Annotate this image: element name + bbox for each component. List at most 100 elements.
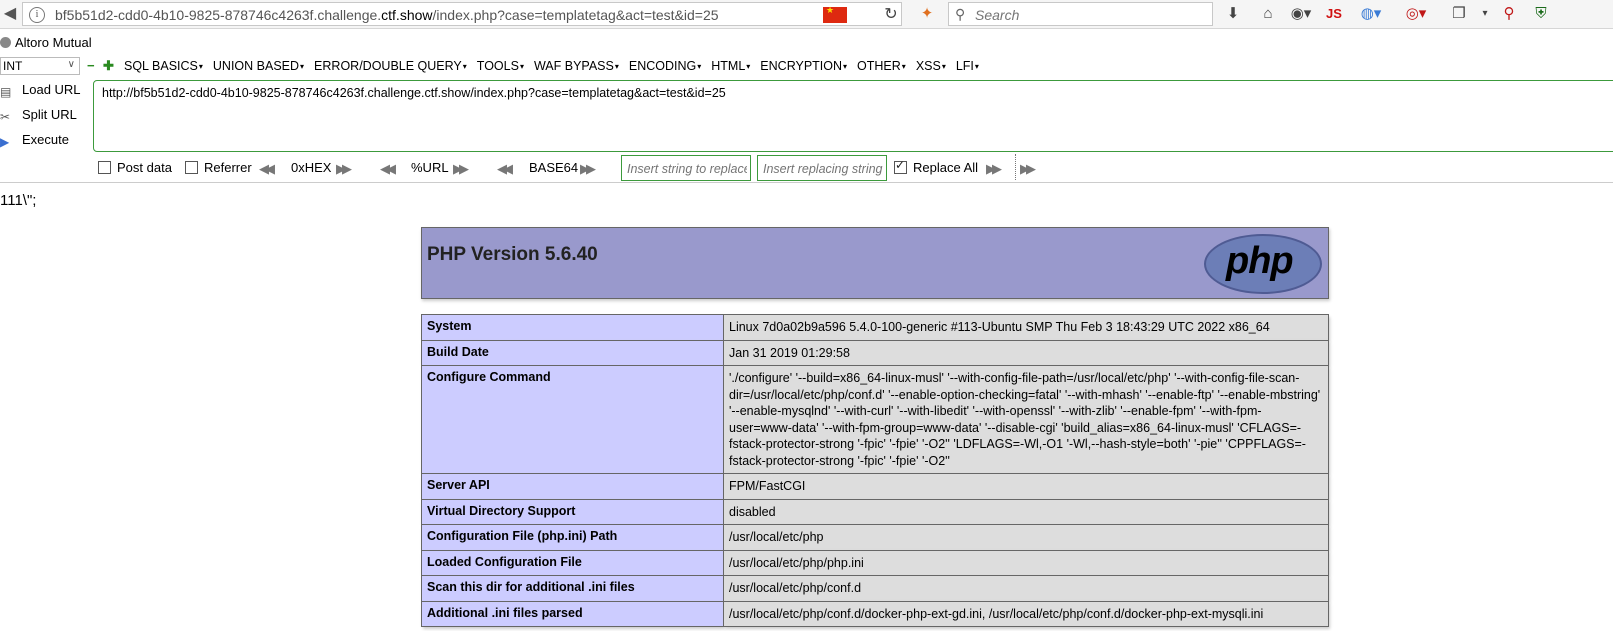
url-suffix: /index.php?case=templatetag&act=test&id=… (432, 7, 719, 23)
base64-decode-arrow-icon[interactable]: ◀◀ (497, 161, 513, 177)
post-data-checkbox[interactable] (98, 161, 111, 174)
replace-reverse-arrow-icon[interactable]: ▶▶ (1020, 161, 1036, 177)
table-row: Build Date Jan 31 2019 01:29:58 (421, 339, 1329, 366)
split-url-label: Split URL (22, 107, 77, 122)
menu-union-based[interactable]: UNION BASED (213, 59, 304, 73)
referrer-option[interactable]: Referrer (185, 160, 252, 175)
plus-icon[interactable]: ✚ (103, 59, 114, 73)
download-icon[interactable]: ⬇ (1222, 4, 1244, 24)
row-key: Server API (421, 473, 724, 500)
phpinfo-header: PHP Version 5.6.40 php (421, 227, 1329, 299)
chevron-down-icon: ∨ (67, 59, 75, 70)
bookmark-label: Altoro Mutual (15, 35, 92, 50)
reload-icon[interactable]: ↻ (879, 5, 903, 25)
replacing-string-box (757, 155, 887, 181)
minus-icon[interactable]: − (87, 59, 95, 73)
load-url-label: Load URL (22, 82, 81, 97)
hex-label: 0xHEX (291, 160, 332, 175)
menu-waf-bypass[interactable]: WAF BYPASS (534, 59, 619, 73)
url-encode-arrow-icon[interactable]: ▶▶ (453, 161, 469, 177)
hackbar-menu-items: SQL BASICS UNION BASED ERROR/DOUBLE QUERY T… (124, 59, 989, 73)
replacing-string-input[interactable] (761, 160, 885, 178)
globe-icon[interactable]: ◉▾ (1290, 4, 1312, 24)
address-url[interactable]: bf5b51d2-cdd0-4b10-9825-878746c4263f.cha… (55, 7, 719, 23)
search-icon: ⚲ (955, 6, 966, 22)
bookmark-altoro[interactable]: Altoro Mutual (0, 35, 92, 50)
table-row: System Linux 7d0a02b9a596 5.4.0-100-gener… (421, 314, 1329, 341)
execute-label: Execute (22, 132, 69, 147)
menu-tools[interactable]: TOOLS (477, 59, 524, 73)
separator (1015, 154, 1016, 180)
chevron-down-icon[interactable]: ▾ (1474, 4, 1496, 24)
divider (0, 182, 1613, 183)
search-input[interactable] (973, 5, 1207, 25)
row-value: /usr/local/etc/php/conf.d/docker-php-ext… (723, 600, 1329, 627)
php-logo-text: php (1226, 240, 1294, 282)
stop-icon[interactable]: ◎▾ (1405, 4, 1427, 24)
load-url-button[interactable]: ▤ Load URL (0, 82, 81, 102)
menu-lfi[interactable]: LFI (956, 59, 979, 73)
table-row: Additional .ini files parsed/usr/local/e… (421, 600, 1329, 627)
type-select-value: INT (3, 59, 23, 73)
china-flag-icon[interactable] (823, 5, 847, 23)
url-domain: ctf.show (381, 7, 433, 23)
menu-other[interactable]: OTHER (857, 59, 906, 73)
replace-all-option[interactable]: Replace All (894, 158, 979, 175)
menu-error-double-query[interactable]: ERROR/DOUBLE QUERY (314, 59, 467, 73)
table-row: Server API FPM/FastCGI (421, 473, 1329, 500)
php-version-title: PHP Version 5.6.40 (427, 244, 598, 265)
replace-arrow-icon[interactable]: ▶▶ (986, 161, 1002, 177)
hackbar-options: Post data Referrer ◀◀ 0xHEX ▶▶ ◀◀ %URL ▶… (0, 154, 1613, 182)
menu-sql-basics[interactable]: SQL BASICS (124, 59, 203, 73)
split-url-icon: ✂ (0, 110, 11, 124)
menu-encoding[interactable]: ENCODING (629, 59, 701, 73)
menu-html[interactable]: HTML (711, 59, 750, 73)
post-data-label: Post data (117, 160, 172, 175)
php-logo[interactable]: php (1204, 234, 1322, 294)
replace-all-label: Replace All (913, 160, 979, 175)
home-icon[interactable]: ⌂ (1257, 4, 1279, 24)
row-key: Configure Command (421, 365, 724, 474)
menu-encryption[interactable]: ENCRYPTION (760, 59, 847, 73)
row-key: Additional .ini files parsed (421, 600, 724, 627)
referrer-checkbox[interactable] (185, 161, 198, 174)
row-key: Loaded Configuration File (421, 549, 724, 576)
color-icon[interactable]: ◍▾ (1360, 4, 1382, 24)
url-decode-arrow-icon[interactable]: ◀◀ (380, 161, 396, 177)
row-key: Scan this dir for additional .ini files (421, 575, 724, 602)
replace-all-checkbox[interactable] (894, 158, 907, 174)
url-prefix: bf5b51d2-cdd0-4b10-9825-878746c4263f.cha… (55, 7, 382, 23)
back-button[interactable]: ◀ (0, 2, 20, 26)
split-url-button[interactable]: ✂ Split URL (0, 107, 77, 127)
info-icon[interactable]: i (29, 7, 45, 23)
search-box[interactable]: ⚲ (948, 2, 1213, 26)
menu-xss[interactable]: XSS (916, 59, 946, 73)
url-encode-label: %URL (411, 160, 449, 175)
referrer-label: Referrer (204, 160, 252, 175)
address-bar[interactable]: i bf5b51d2-cdd0-4b10-9825-878746c4263f.c… (22, 2, 902, 26)
type-select[interactable]: INT ∨ (0, 57, 80, 75)
row-value: './configure' '--build=x86_64-linux-musl… (723, 365, 1329, 474)
extension-cat-icon[interactable]: ✦ (916, 4, 938, 24)
shield-icon[interactable]: ⛨ (1530, 4, 1552, 24)
row-value: Jan 31 2019 01:29:58 (723, 339, 1329, 366)
url-textarea-box: http://bf5b51d2-cdd0-4b10-9825-878746c42… (93, 80, 1613, 152)
hex-encode-arrow-icon[interactable]: ▶▶ (336, 161, 352, 177)
zoom-icon[interactable]: ⚲ (1498, 4, 1520, 24)
execute-button[interactable]: ▶ Execute (0, 132, 69, 152)
url-textarea[interactable]: http://bf5b51d2-cdd0-4b10-9825-878746c42… (100, 84, 1604, 152)
window-icon[interactable]: ❐ (1448, 4, 1470, 24)
page-echo-text: 111\"; (0, 192, 37, 209)
js-icon[interactable]: JS (1323, 4, 1345, 24)
table-row: Virtual Directory Support disabled (421, 498, 1329, 525)
post-data-option[interactable]: Post data (98, 160, 172, 175)
base64-encode-arrow-icon[interactable]: ▶▶ (580, 161, 596, 177)
row-key: Configuration File (php.ini) Path (421, 524, 724, 551)
phpinfo-table: System Linux 7d0a02b9a596 5.4.0-100-gener… (421, 314, 1329, 627)
base64-label: BASE64 (529, 160, 579, 175)
replace-string-input[interactable] (625, 160, 749, 178)
execute-icon: ▶ (0, 135, 10, 149)
row-value: Linux 7d0a02b9a596 5.4.0-100-generic #11… (723, 314, 1329, 341)
hex-decode-arrow-icon[interactable]: ◀◀ (259, 161, 275, 177)
row-value: /usr/local/etc/php/php.ini (723, 549, 1329, 576)
